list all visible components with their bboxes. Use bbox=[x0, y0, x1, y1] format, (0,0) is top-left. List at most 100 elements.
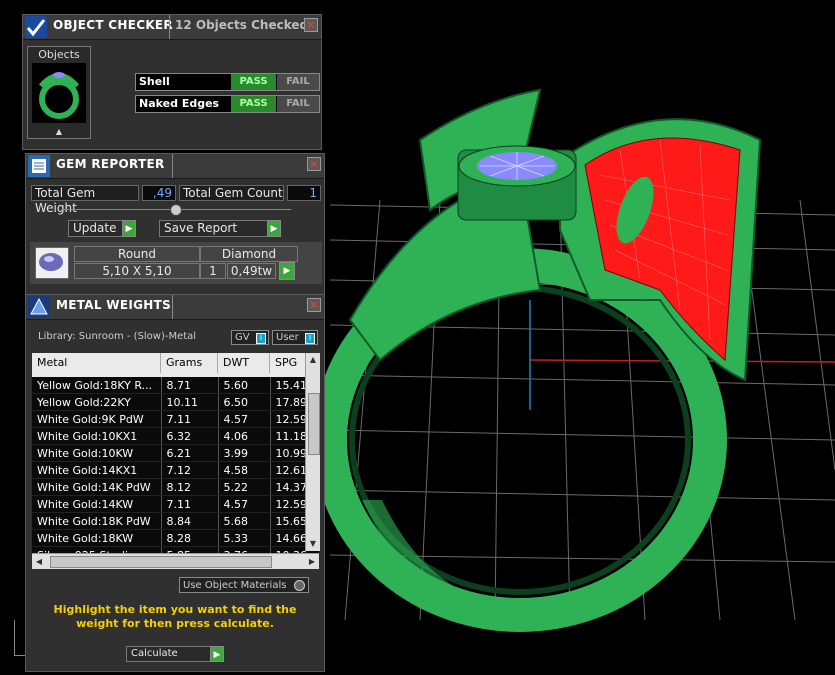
radio-icon bbox=[294, 580, 305, 591]
column-header-grams[interactable]: Grams bbox=[161, 353, 218, 373]
gem-go-button[interactable]: ▶ bbox=[279, 262, 295, 280]
table-cell: 7.11 bbox=[161, 410, 219, 428]
close-icon[interactable]: ✕ bbox=[307, 157, 321, 171]
splitter-knob[interactable] bbox=[170, 204, 182, 216]
gem-count: 1 bbox=[200, 263, 226, 279]
check-label: Shell bbox=[139, 75, 170, 88]
toggle-icon: I bbox=[256, 333, 266, 344]
table-row[interactable]: White Gold:18KW 8.28 5.33 14.66 bbox=[32, 529, 319, 547]
gem-thumbnail[interactable] bbox=[35, 247, 69, 279]
save-report-label: Save Report bbox=[164, 221, 238, 235]
table-cell: Yellow Gold:22KY bbox=[32, 393, 162, 411]
gem-shape: Round bbox=[74, 246, 200, 262]
table-cell: 10.11 bbox=[161, 393, 219, 411]
table-cell: 7.11 bbox=[161, 495, 219, 513]
table-cell: 3.99 bbox=[218, 444, 271, 462]
total-gem-weight-label: Total Gem Weight bbox=[31, 185, 139, 215]
user-toggle[interactable]: User I bbox=[272, 330, 318, 345]
table-cell: White Gold:18K PdW bbox=[32, 512, 162, 530]
table-cell: 4.57 bbox=[218, 495, 271, 513]
table-cell: White Gold:14KW bbox=[32, 495, 162, 513]
table-cell: 4.58 bbox=[218, 461, 271, 479]
metal-table: Metal Grams DWT SPG Yellow Gold:18KY R..… bbox=[32, 353, 319, 553]
scroll-up-icon[interactable]: ▲ bbox=[306, 353, 320, 367]
table-cell: White Gold:14KX1 bbox=[32, 461, 162, 479]
table-cell: 6.50 bbox=[218, 393, 271, 411]
use-object-materials-toggle[interactable]: Use Object Materials bbox=[179, 577, 309, 593]
table-row[interactable]: White Gold:9K PdW 7.11 4.57 12.59 bbox=[32, 410, 319, 428]
table-row[interactable]: White Gold:14K PdW 8.12 5.22 14.37 bbox=[32, 478, 319, 496]
scroll-down-icon[interactable]: ▼ bbox=[306, 537, 320, 551]
table-cell: White Gold:14K PdW bbox=[32, 478, 162, 496]
gem-reporter-title: GEM REPORTER bbox=[56, 157, 165, 171]
gv-label: GV bbox=[235, 332, 250, 343]
column-header-dwt[interactable]: DWT bbox=[218, 353, 270, 373]
metal-weights-panel: METAL WEIGHTS ✕ Library: Sunroom - (Slow… bbox=[25, 294, 325, 672]
total-gem-count-label: Total Gem Count bbox=[179, 185, 284, 201]
table-cell: 4.06 bbox=[218, 427, 271, 445]
scroll-thumb[interactable] bbox=[308, 393, 320, 455]
metal-weights-title: METAL WEIGHTS bbox=[56, 298, 172, 312]
update-button[interactable]: Update ▶ bbox=[68, 220, 136, 237]
report-icon bbox=[28, 155, 50, 177]
user-label: User bbox=[276, 332, 299, 343]
check-row-shell: Shell PASS FAIL bbox=[135, 73, 320, 91]
scroll-left-icon[interactable]: ◀ bbox=[32, 554, 46, 569]
expand-up-icon[interactable]: ▲ bbox=[28, 127, 90, 136]
play-icon: ▶ bbox=[210, 646, 224, 662]
ring-thumbnail[interactable] bbox=[32, 63, 86, 123]
objects-label: Objects bbox=[38, 48, 80, 61]
calculate-hint: Highlight the item you want to find the … bbox=[53, 603, 297, 630]
table-row[interactable]: Yellow Gold:18KY R... 8.71 5.60 15.41 bbox=[32, 377, 319, 394]
table-cell: 8.28 bbox=[161, 529, 219, 547]
horizontal-scrollbar[interactable]: ◀ ▶ bbox=[32, 553, 319, 569]
scroll-right-icon[interactable]: ▶ bbox=[305, 554, 319, 569]
table-cell: 5.60 bbox=[218, 377, 271, 394]
library-label: Library: Sunroom - (Slow)-Metal bbox=[38, 331, 197, 342]
table-row[interactable]: White Gold:10KX1 6.32 4.06 11.18 bbox=[32, 427, 319, 445]
total-gem-weight-value[interactable]: ,49 bbox=[142, 185, 176, 201]
pass-indicator: PASS bbox=[231, 96, 276, 112]
column-header-metal[interactable]: Metal bbox=[32, 353, 161, 373]
gv-toggle[interactable]: GV I bbox=[231, 330, 269, 345]
metal-rows: Yellow Gold:18KY R... 8.71 5.60 15.41 Yellow… bbox=[32, 377, 319, 553]
calculate-button[interactable]: Calculate ▶ bbox=[126, 646, 224, 662]
toggle-icon: I bbox=[305, 333, 315, 344]
gem-list: Round Diamond 5,10 X 5,10 1 0,49tw ▶ bbox=[30, 242, 322, 284]
table-cell: 5.22 bbox=[218, 478, 271, 496]
calculate-label: Calculate bbox=[131, 648, 178, 659]
table-cell: 6.32 bbox=[161, 427, 219, 445]
play-icon: ▶ bbox=[267, 220, 281, 237]
total-gem-count-value[interactable]: 1 bbox=[287, 185, 321, 201]
gem-weight: 0,49tw bbox=[227, 263, 276, 279]
check-row-naked-edges: Naked Edges PASS FAIL bbox=[135, 95, 320, 113]
fail-indicator: FAIL bbox=[277, 96, 319, 112]
objects-checked-count: 12 Objects Checked bbox=[175, 18, 305, 32]
gem-reporter-panel: GEM REPORTER ✕ Total Gem Weight ,49 Tota… bbox=[25, 153, 325, 295]
play-icon: ▶ bbox=[122, 220, 136, 237]
objects-thumbnail-box: Objects ▲ bbox=[27, 46, 91, 139]
gem-type: Diamond bbox=[200, 246, 298, 262]
table-cell: 8.71 bbox=[161, 377, 219, 394]
gem-size: 5,10 X 5,10 bbox=[74, 263, 200, 279]
vertical-scrollbar[interactable]: ▲ ▼ bbox=[305, 353, 320, 551]
table-cell: White Gold:10KW bbox=[32, 444, 162, 462]
object-checker-title: OBJECT CHECKER bbox=[53, 18, 173, 32]
table-row[interactable]: Yellow Gold:22KY 10.11 6.50 17.89 bbox=[32, 393, 319, 411]
object-checker-titlebar[interactable]: OBJECT CHECKER 12 Objects Checked ✕ bbox=[23, 15, 321, 40]
fail-indicator: FAIL bbox=[277, 74, 319, 90]
hscroll-thumb[interactable] bbox=[50, 556, 272, 568]
table-cell: 5.68 bbox=[218, 512, 271, 530]
close-icon[interactable]: ✕ bbox=[304, 18, 318, 32]
table-row[interactable]: White Gold:10KW 6.21 3.99 10.99 bbox=[32, 444, 319, 462]
save-report-button[interactable]: Save Report ▶ bbox=[159, 220, 281, 237]
table-row[interactable]: White Gold:14KX1 7.12 4.58 12.61 bbox=[32, 461, 319, 479]
table-cell: 4.57 bbox=[218, 410, 271, 428]
check-label: Naked Edges bbox=[139, 97, 220, 110]
round-gem-icon bbox=[39, 253, 63, 271]
gem-reporter-titlebar[interactable]: GEM REPORTER ✕ bbox=[26, 154, 324, 179]
metal-weights-titlebar[interactable]: METAL WEIGHTS ✕ bbox=[26, 295, 324, 320]
table-row[interactable]: White Gold:14KW 7.11 4.57 12.59 bbox=[32, 495, 319, 513]
close-icon[interactable]: ✕ bbox=[307, 298, 321, 312]
table-row[interactable]: White Gold:18K PdW 8.84 5.68 15.65 bbox=[32, 512, 319, 530]
